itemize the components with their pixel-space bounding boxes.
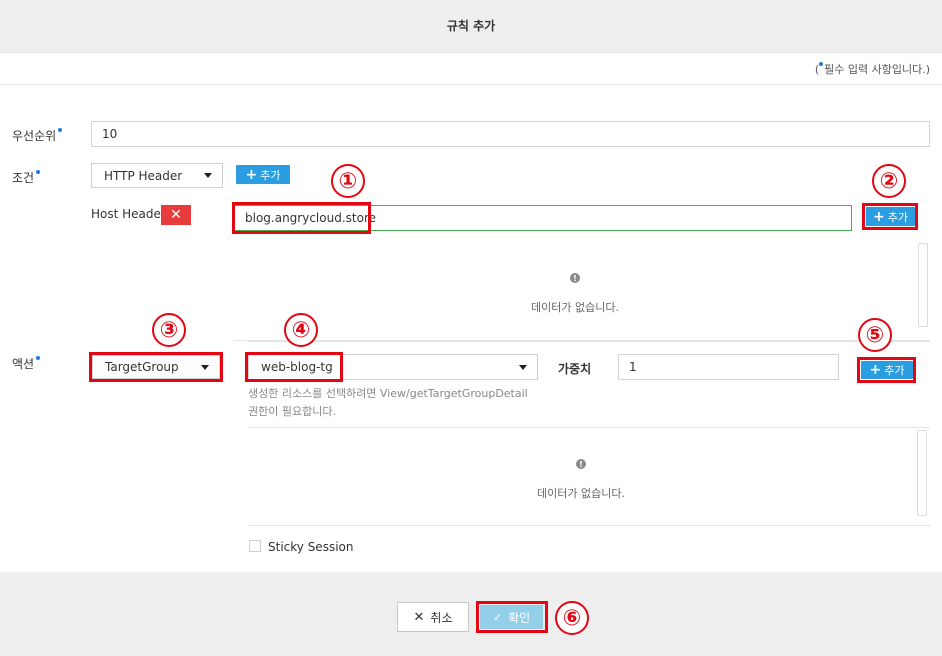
required-note: (필수 입력 사항입니다.) [815, 61, 930, 77]
highlight-box-4 [245, 352, 343, 382]
priority-input[interactable]: 10 [91, 121, 930, 147]
weight-input[interactable]: 1 [618, 354, 839, 380]
host-header-label: Host Header [91, 207, 166, 221]
condition-empty-text: 데이터가 없습니다. [531, 301, 619, 314]
condition-list [234, 243, 930, 341]
highlight-box-2 [862, 203, 918, 230]
permission-hint: 생성한 리소스를 선택하려면 View/getTargetGroupDetail… [248, 385, 528, 421]
marker-1: ① [331, 164, 365, 198]
required-dot-icon [819, 62, 824, 66]
permission-hint-line2: 권한이 필요합니다. [248, 405, 336, 418]
condition-add-button[interactable]: + 추가 [236, 165, 290, 184]
cancel-button[interactable]: ✕ 취소 [397, 602, 469, 632]
dialog-footer [0, 572, 942, 656]
required-note-text: 필수 입력 사항입니다.) [824, 63, 930, 76]
condition-type-value: HTTP Header [104, 168, 183, 183]
sticky-session-label: Sticky Session [268, 540, 354, 554]
divider [248, 341, 930, 342]
highlight-box-6 [476, 601, 548, 633]
condition-list-scrollbar[interactable] [918, 243, 928, 327]
plus-icon: + [245, 166, 258, 183]
cancel-label: 취소 [430, 610, 453, 625]
priority-label: 우선순위 [12, 127, 63, 144]
close-icon: ✕ [413, 609, 425, 625]
delete-host-header-button[interactable]: ✕ [161, 205, 191, 225]
divider [0, 84, 942, 85]
required-dot-icon [36, 170, 41, 174]
marker-2: ② [872, 164, 906, 198]
info-icon: ! [570, 273, 580, 283]
dialog-title: 규칙 추가 [446, 19, 496, 33]
highlight-box-1 [232, 202, 371, 234]
action-empty-text: 데이터가 없습니다. [537, 487, 625, 500]
sticky-session-checkbox[interactable] [249, 540, 261, 552]
condition-label: 조건 [12, 169, 41, 186]
action-list [248, 427, 930, 526]
highlight-box-3 [89, 352, 223, 382]
action-list-scrollbar[interactable] [917, 430, 927, 516]
info-icon: ! [576, 459, 586, 469]
marker-3: ③ [152, 313, 186, 347]
highlight-box-5 [857, 357, 916, 383]
condition-add-label: 추가 [260, 168, 281, 182]
required-dot-icon [36, 356, 41, 360]
chevron-down-icon [204, 173, 212, 178]
close-icon: ✕ [170, 207, 182, 223]
marker-5: ⑤ [858, 318, 892, 352]
required-dot-icon [58, 128, 63, 132]
marker-4: ④ [284, 313, 318, 347]
permission-hint-line1: 생성한 리소스를 선택하려면 View/getTargetGroupDetail [248, 387, 528, 400]
chevron-down-icon [519, 364, 527, 370]
weight-label: 가중치 [558, 362, 592, 376]
action-label: 액션 [12, 355, 41, 372]
marker-6: ⑥ [555, 601, 589, 635]
condition-type-select[interactable]: HTTP Header [91, 163, 223, 188]
